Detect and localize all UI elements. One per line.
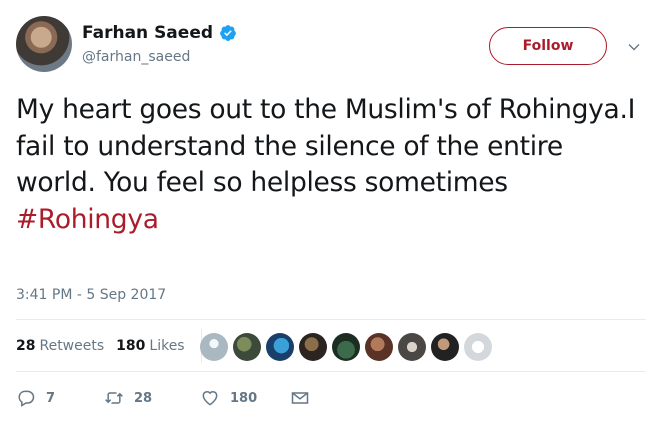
liker-avatar[interactable] xyxy=(431,333,459,361)
retweet-count: 28 xyxy=(134,390,153,406)
reply-icon xyxy=(18,390,35,407)
heart-icon xyxy=(202,391,218,406)
verified-badge-icon xyxy=(220,25,236,41)
liker-avatar[interactable] xyxy=(365,333,393,361)
tweet-body: My heart goes out to the Muslim's of Roh… xyxy=(16,94,636,198)
divider xyxy=(16,319,646,320)
likes-stat[interactable]: 180 Likes xyxy=(116,338,184,354)
liker-avatar[interactable] xyxy=(332,333,360,361)
tweet-text: My heart goes out to the Muslim's of Roh… xyxy=(16,92,646,238)
envelope-icon xyxy=(291,392,309,404)
likes-label: Likes xyxy=(149,338,185,354)
liker-avatars xyxy=(200,333,492,361)
retweet-icon xyxy=(105,392,123,404)
likes-count: 180 xyxy=(116,338,146,354)
liker-avatar[interactable] xyxy=(266,333,294,361)
follow-button[interactable]: Follow xyxy=(489,27,607,65)
liker-avatar[interactable] xyxy=(464,333,492,361)
like-action[interactable]: 180 xyxy=(200,388,290,408)
retweet-action[interactable]: 28 xyxy=(104,388,200,408)
retweets-count: 28 xyxy=(16,338,36,354)
tweet-timestamp[interactable]: 3:41 PM - 5 Sep 2017 xyxy=(16,287,166,303)
liker-avatar[interactable] xyxy=(233,333,261,361)
liker-avatar[interactable] xyxy=(398,333,426,361)
hashtag-link[interactable]: #Rohingya xyxy=(16,202,646,239)
reply-action[interactable]: 7 xyxy=(16,388,104,408)
like-count: 180 xyxy=(230,390,258,406)
divider xyxy=(16,371,646,372)
liker-avatar[interactable] xyxy=(200,333,228,361)
chevron-down-icon[interactable] xyxy=(627,40,641,54)
user-handle[interactable]: @farhan_saeed xyxy=(82,49,190,65)
reply-count: 7 xyxy=(46,390,56,406)
tweet-header: Farhan Saeed @farhan_saeed Follow xyxy=(16,14,654,76)
avatar[interactable] xyxy=(16,16,72,72)
tweet-actions: 7 28 180 xyxy=(16,388,310,408)
display-name[interactable]: Farhan Saeed xyxy=(82,23,213,43)
tweet-stats: 28 Retweets 180 Likes xyxy=(16,329,202,363)
retweets-label: Retweets xyxy=(39,338,105,354)
retweets-stat[interactable]: 28 Retweets xyxy=(16,338,104,354)
direct-message-action[interactable] xyxy=(290,388,310,408)
liker-avatar[interactable] xyxy=(299,333,327,361)
name-row: Farhan Saeed xyxy=(82,23,237,43)
